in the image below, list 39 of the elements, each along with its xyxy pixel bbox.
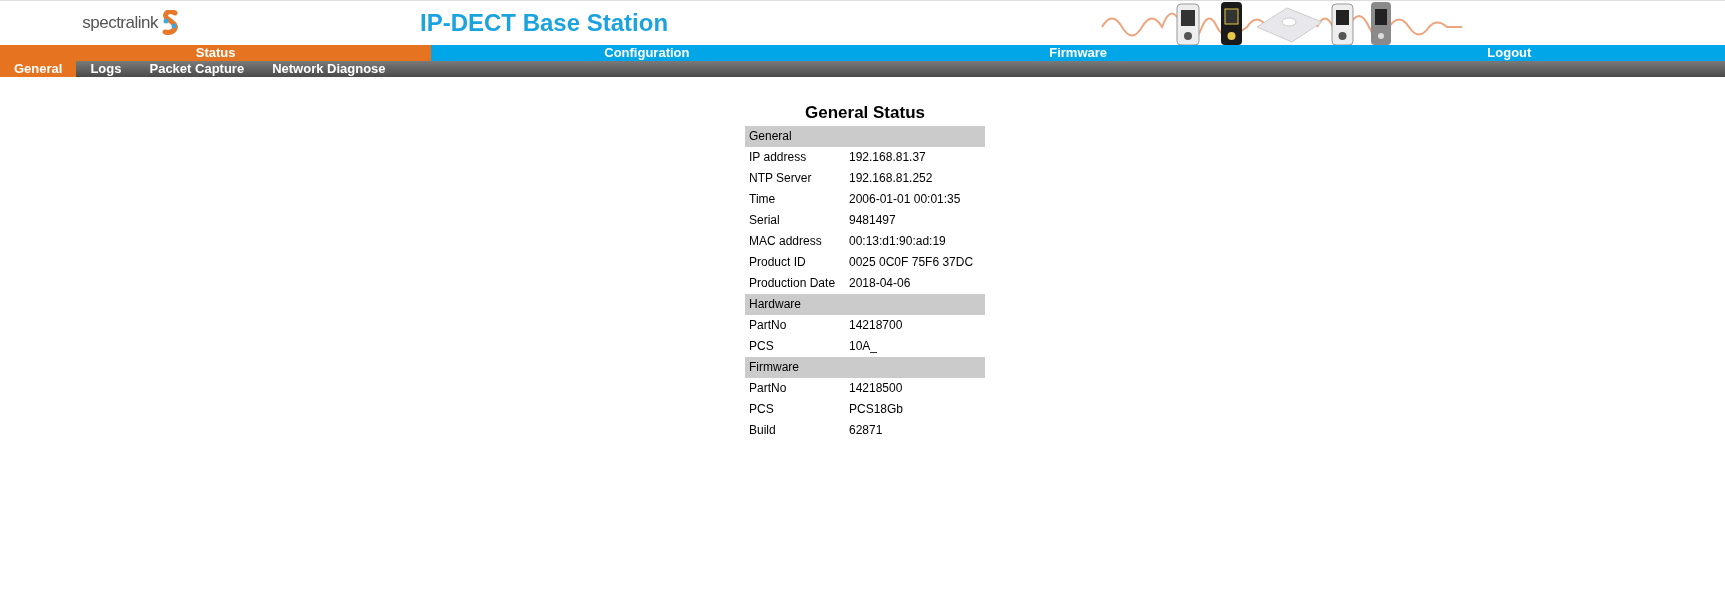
group-header: General [745, 126, 985, 147]
field-value: 192.168.81.37 [849, 149, 926, 166]
group-header: Hardware [745, 294, 985, 315]
field-value: 2018-04-06 [849, 275, 911, 292]
field-label: Time [749, 191, 777, 208]
field-value: 00:13:d1:90:ad:19 [849, 233, 946, 250]
field-value: 192.168.81.252 [849, 170, 933, 187]
logo-icon [160, 10, 180, 36]
field-label: PartNo [749, 380, 788, 397]
field-label: PCS [749, 338, 775, 355]
field-label: Production Date [749, 275, 837, 292]
page-title: IP-DECT Base Station [420, 9, 669, 37]
field-label: PartNo [749, 317, 788, 334]
field-label: Product ID [749, 254, 807, 271]
group-header: Firmware [745, 357, 985, 378]
sub-nav-tab[interactable]: General [0, 61, 77, 77]
nav-tab[interactable]: Firmware [862, 45, 1294, 61]
field-value: 9481497 [849, 212, 896, 229]
field-value: 10A_ [849, 338, 878, 355]
field-value: PCS18Gb [849, 401, 904, 418]
field-label: PCS [749, 401, 775, 418]
field-value: 0025 0C0F 75F6 37DC [849, 254, 974, 271]
field-value: 2006-01-01 00:01:35 [849, 191, 961, 208]
section-title: General Status [804, 103, 926, 123]
field-value: 14218500 [849, 380, 903, 397]
field-label: NTP Server [749, 170, 813, 187]
logo-text: spectralink [82, 13, 158, 33]
nav-tab[interactable]: Status [0, 45, 432, 61]
field-value: 14218700 [849, 317, 903, 334]
sub-nav-tab[interactable]: Network Diagnose [258, 61, 400, 77]
field-label: IP address [749, 149, 808, 166]
nav-tab[interactable]: Logout [1293, 45, 1725, 61]
nav-tab[interactable]: Configuration [431, 45, 863, 61]
field-label: Serial [749, 212, 781, 229]
sub-nav-tab[interactable]: Packet Capture [135, 61, 259, 77]
sub-nav-tab[interactable]: Logs [76, 61, 136, 77]
field-label: Build [749, 422, 777, 439]
field-value: 62871 [849, 422, 883, 439]
field-label: MAC address [749, 233, 823, 250]
